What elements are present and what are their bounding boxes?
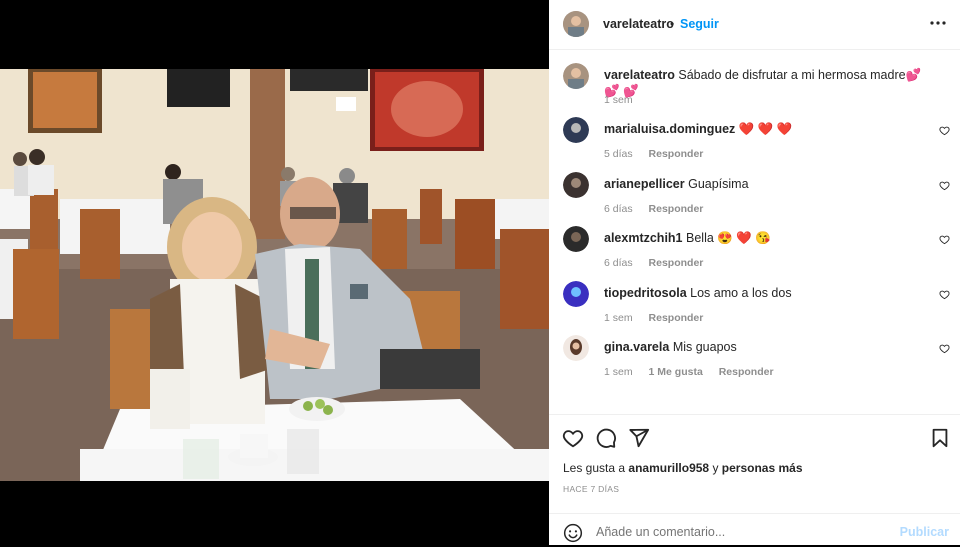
commenter-avatar[interactable] xyxy=(563,172,589,198)
post-side-panel: varelateatro • Seguir varelateatro Sábad… xyxy=(549,0,960,545)
comment-time: 1 sem xyxy=(604,312,633,324)
heart-icon[interactable] xyxy=(562,427,584,449)
comment-time: 5 días xyxy=(604,148,633,160)
comment-meta: 6 días Responder xyxy=(604,203,716,215)
commenter-username[interactable]: tiopedritosola xyxy=(604,286,687,300)
comment-time: 6 días xyxy=(604,203,633,215)
comment-text: arianepellicer Guapísima xyxy=(604,176,924,192)
author-avatar[interactable] xyxy=(563,11,589,37)
post-timestamp[interactable]: HACE 7 DÍAS xyxy=(563,484,619,494)
avatar-image xyxy=(563,117,589,143)
commenter-username[interactable]: alexmtzchih1 xyxy=(604,231,683,245)
likes-middle: y xyxy=(712,461,719,475)
caption-meta: 1 sem xyxy=(604,94,646,106)
comment-item: arianepellicer Guapísima 6 días Responde… xyxy=(549,172,960,222)
comment-text: gina.varela Mis guapos xyxy=(604,339,924,355)
restaurant-photo xyxy=(0,69,549,481)
emoji-icon[interactable] xyxy=(563,523,583,543)
comment-time: 6 días xyxy=(604,257,633,269)
comment-text: tiopedritosola Los amo a los dos xyxy=(604,285,924,301)
commenter-avatar[interactable] xyxy=(563,281,589,307)
post-actions: Les gusta a anamurillo958 y personas más… xyxy=(549,414,960,545)
comment-icon[interactable] xyxy=(595,427,617,449)
reply-button[interactable]: Responder xyxy=(719,366,774,378)
caption-avatar[interactable] xyxy=(563,63,589,89)
bookmark-icon[interactable] xyxy=(929,427,951,449)
paper-plane-icon[interactable] xyxy=(628,427,650,449)
comment-item: tiopedritosola Los amo a los dos 1 sem R… xyxy=(549,281,960,331)
heart-icon[interactable] xyxy=(939,125,950,136)
likes-user[interactable]: anamurillo958 xyxy=(628,461,709,475)
author-username[interactable]: varelateatro xyxy=(603,17,674,31)
comment-meta: 1 sem 1 Me gusta Responder xyxy=(604,366,787,378)
reply-button[interactable]: Responder xyxy=(649,148,704,160)
comment-time: 1 sem xyxy=(604,366,633,378)
heart-icon[interactable] xyxy=(939,234,950,245)
add-comment-bar: Publicar xyxy=(549,513,960,547)
comment-meta: 1 sem Responder xyxy=(604,312,716,324)
reply-button[interactable]: Responder xyxy=(649,312,704,324)
photo-pane xyxy=(0,0,549,545)
heart-icon[interactable] xyxy=(939,343,950,354)
heart-icon[interactable] xyxy=(939,180,950,191)
comment-meta: 5 días Responder xyxy=(604,148,716,160)
comment-text: marialuisa.dominguez ❤️ ❤️ ❤️ xyxy=(604,121,924,137)
separator-dot: • xyxy=(670,17,675,31)
more-horizontal-icon[interactable] xyxy=(930,15,946,31)
comment-body: Mis guapos xyxy=(672,340,737,354)
avatar-image xyxy=(563,335,589,361)
comment-body: Bella 😍 ❤️ 😘 xyxy=(686,231,771,245)
caption: varelateatro Sábado de disfrutar a mi he… xyxy=(549,63,960,113)
heart-icon[interactable] xyxy=(939,289,950,300)
comment-meta: 6 días Responder xyxy=(604,257,716,269)
follow-button[interactable]: Seguir xyxy=(680,17,719,31)
commenter-username[interactable]: arianepellicer xyxy=(604,177,685,191)
commenter-avatar[interactable] xyxy=(563,226,589,252)
comment-body: Guapísima xyxy=(688,177,749,191)
avatar-image xyxy=(563,172,589,198)
likes-summary: Les gusta a anamurillo958 y personas más xyxy=(563,461,803,475)
commenter-username[interactable]: marialuisa.dominguez xyxy=(604,122,735,136)
comments-list: varelateatro Sábado de disfrutar a mi he… xyxy=(549,50,960,414)
likes-prefix: Les gusta a xyxy=(563,461,626,475)
avatar-image xyxy=(563,226,589,252)
post-photo[interactable] xyxy=(0,69,549,481)
comment-body: ❤️ ❤️ ❤️ xyxy=(738,122,793,136)
comment-input[interactable] xyxy=(596,525,886,539)
caption-text: varelateatro Sábado de disfrutar a mi he… xyxy=(604,67,924,99)
avatar-image xyxy=(563,63,589,89)
comment-item: alexmtzchih1 Bella 😍 ❤️ 😘 6 días Respond… xyxy=(549,226,960,276)
reply-button[interactable]: Responder xyxy=(649,257,704,269)
comment-text: alexmtzchih1 Bella 😍 ❤️ 😘 xyxy=(604,230,924,246)
caption-username[interactable]: varelateatro xyxy=(604,68,675,82)
commenter-avatar[interactable] xyxy=(563,335,589,361)
publish-button[interactable]: Publicar xyxy=(900,525,949,539)
comment-likes[interactable]: 1 Me gusta xyxy=(649,366,703,378)
avatar-image xyxy=(563,11,589,37)
caption-time: 1 sem xyxy=(604,94,633,106)
comment-item: gina.varela Mis guapos 1 sem 1 Me gusta … xyxy=(549,335,960,385)
comment-item: marialuisa.dominguez ❤️ ❤️ ❤️ 5 días Res… xyxy=(549,117,960,167)
avatar-image xyxy=(563,281,589,307)
reply-button[interactable]: Responder xyxy=(649,203,704,215)
post-header: varelateatro • Seguir xyxy=(549,0,960,50)
commenter-avatar[interactable] xyxy=(563,117,589,143)
comment-body: Los amo a los dos xyxy=(690,286,792,300)
commenter-username[interactable]: gina.varela xyxy=(604,340,669,354)
likes-others[interactable]: personas más xyxy=(722,461,803,475)
